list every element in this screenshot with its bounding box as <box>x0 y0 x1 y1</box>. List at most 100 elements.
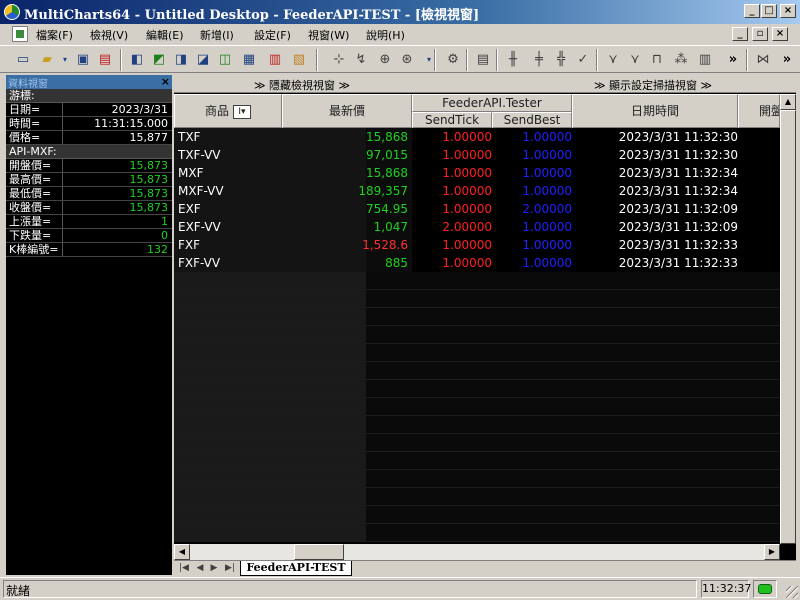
empty-row[interactable] <box>174 470 780 488</box>
playback-icon[interactable]: ⋈ <box>754 51 772 69</box>
empty-row[interactable] <box>174 290 780 308</box>
sendbest-column-header[interactable]: SendBest <box>492 112 572 128</box>
quote-grid[interactable]: TXF 15,868 1.00000 1.00000 2023/3/31 11:… <box>174 128 780 544</box>
kagi-icon[interactable]: ⊓ <box>648 51 666 69</box>
volume-chart-icon[interactable]: ▥ <box>696 51 714 69</box>
new-scanner-icon[interactable]: ◩ <box>150 51 168 69</box>
menu-file[interactable]: 檔案(F) <box>36 27 73 43</box>
row-value: 15,877 <box>129 131 169 144</box>
table-row[interactable]: TXF-VV 97,015 1.00000 1.00000 2023/3/31 … <box>174 146 780 164</box>
first-sheet-icon[interactable]: |◀ <box>178 562 190 574</box>
table-row[interactable]: EXF-VV 1,047 2.00000 1.00000 2023/3/31 1… <box>174 218 780 236</box>
candlestick-icon[interactable]: ╪ <box>530 51 548 69</box>
menu-insert[interactable]: 新增(I) <box>200 27 234 43</box>
empty-row[interactable] <box>174 308 780 326</box>
empty-row[interactable] <box>174 488 780 506</box>
maximize-button[interactable]: □ <box>761 4 777 18</box>
datetime-column-header[interactable]: 日期時間 <box>572 94 738 128</box>
mdi-restore-button[interactable]: ▫ <box>752 27 768 41</box>
menu-edit[interactable]: 編輯(E) <box>146 27 184 43</box>
scroll-right-arrow-icon[interactable]: ▶ <box>764 544 780 560</box>
empty-row[interactable] <box>174 326 780 344</box>
add-study-icon[interactable]: ↯ <box>352 51 370 69</box>
table-row[interactable]: MXF-VV 189,357 1.00000 1.00000 2023/3/31… <box>174 182 780 200</box>
empty-row[interactable] <box>174 506 780 524</box>
table-row[interactable]: TXF 15,868 1.00000 1.00000 2023/3/31 11:… <box>174 128 780 146</box>
new-dom-icon[interactable]: ◨ <box>172 51 190 69</box>
more-tools-icon-2[interactable]: » <box>778 51 796 69</box>
empty-row[interactable] <box>174 434 780 452</box>
symbol-column-header[interactable]: 商品 I▾ <box>174 94 282 128</box>
menu-window[interactable]: 視窗(W) <box>308 27 349 43</box>
open-column-header[interactable]: 開盤 <box>738 94 780 128</box>
table-row[interactable]: EXF 754.95 1.00000 2.00000 2023/3/31 11:… <box>174 200 780 218</box>
resize-grip-icon[interactable] <box>786 586 798 598</box>
last-sheet-icon[interactable]: ▶| <box>224 562 236 574</box>
table-row[interactable]: FXF 1,528.6 1.00000 1.00000 2023/3/31 11… <box>174 236 780 254</box>
open-folder-icon[interactable]: ▰ <box>38 51 56 69</box>
menu-settings[interactable]: 設定(F) <box>254 27 291 43</box>
last-price-cell: 754.95 <box>366 202 408 216</box>
chat-icon[interactable]: ▭ <box>14 51 32 69</box>
bar-chart-icon[interactable]: ╫ <box>504 51 522 69</box>
symbol-list-icon[interactable]: ▤ <box>474 51 492 69</box>
menu-view[interactable]: 檢視(V) <box>90 27 128 43</box>
empty-row[interactable] <box>174 398 780 416</box>
data-window-close-icon[interactable]: × <box>161 75 170 88</box>
empty-row[interactable] <box>174 416 780 434</box>
cursor-date-row: 日期= 2023/3/31 <box>6 103 172 117</box>
empty-row[interactable] <box>174 344 780 362</box>
empty-row[interactable] <box>174 362 780 380</box>
vertical-scroll-thumb[interactable] <box>780 110 796 544</box>
sendtick-column-header[interactable]: SendTick <box>412 112 492 128</box>
line-chart-icon[interactable]: ✓ <box>574 51 592 69</box>
new-report-icon[interactable]: ▦ <box>240 51 258 69</box>
pnf-icon[interactable]: ⋎ <box>604 51 622 69</box>
save-icon[interactable]: ▣ <box>74 51 92 69</box>
next-sheet-icon[interactable]: ▶ <box>208 562 220 574</box>
show-scanner-settings-toggle[interactable]: ≫ 顯示設定掃描視窗 ≫ <box>594 77 712 93</box>
row-label: 時間= <box>6 117 63 130</box>
prev-sheet-icon[interactable]: ◀ <box>194 562 206 574</box>
vertical-scrollbar[interactable]: ▲ <box>780 94 796 544</box>
new-order-icon[interactable]: ▥ <box>266 51 284 69</box>
format-icon[interactable]: ⚙ <box>444 51 462 69</box>
add-signal-icon[interactable]: ⊛ <box>398 51 416 69</box>
point-figure-icon[interactable]: ⁂ <box>672 51 690 69</box>
new-portfolio-icon[interactable]: ◫ <box>216 51 234 69</box>
sendbest-cell: 1.00000 <box>522 166 572 180</box>
row-value: 15,873 <box>129 173 169 186</box>
dropdown-arrow-icon[interactable]: ▾ <box>56 51 74 69</box>
close-button[interactable]: × <box>780 4 796 18</box>
feeder-group-header[interactable]: FeederAPI.Tester <box>412 94 572 112</box>
scroll-left-arrow-icon[interactable]: ◀ <box>174 544 190 560</box>
empty-row[interactable] <box>174 452 780 470</box>
table-row[interactable]: MXF 15,868 1.00000 1.00000 2023/3/31 11:… <box>174 164 780 182</box>
table-row[interactable]: FXF-VV 885 1.00000 1.00000 2023/3/31 11:… <box>174 254 780 272</box>
renko-icon[interactable]: ⋎ <box>626 51 644 69</box>
horizontal-scroll-thumb[interactable] <box>294 544 344 560</box>
cursor-time-row: 時間= 11:31:15.000 <box>6 117 172 131</box>
empty-row[interactable] <box>174 524 780 542</box>
new-list-icon[interactable]: ▧ <box>290 51 308 69</box>
scroll-up-arrow-icon[interactable]: ▲ <box>780 94 796 110</box>
sheet-tab-feederapi-test[interactable]: FeederAPI-TEST <box>240 561 352 576</box>
empty-row[interactable] <box>174 380 780 398</box>
mdi-minimize-button[interactable]: _ <box>732 27 748 41</box>
new-strategy-icon[interactable]: ◪ <box>194 51 212 69</box>
hollow-candle-icon[interactable]: ╬ <box>552 51 570 69</box>
sort-dropdown-button[interactable]: I▾ <box>233 104 251 119</box>
add-column-icon[interactable]: ⊹ <box>330 51 348 69</box>
menu-help[interactable]: 說明(H) <box>366 27 405 43</box>
empty-row[interactable] <box>174 272 780 290</box>
add-indicator-icon[interactable]: ⊕ <box>376 51 394 69</box>
document-icon[interactable] <box>12 26 28 42</box>
mdi-close-button[interactable]: × <box>772 27 788 41</box>
more-tools-icon[interactable]: » <box>724 51 742 69</box>
minimize-button[interactable]: _ <box>744 4 760 18</box>
print-icon[interactable]: ▤ <box>96 51 114 69</box>
hide-view-window-toggle[interactable]: ≫ 隱藏檢視視窗 ≫ <box>254 77 350 93</box>
horizontal-scrollbar[interactable]: ◀ ▶ <box>174 544 780 560</box>
new-chart-icon[interactable]: ◧ <box>128 51 146 69</box>
last-price-column-header[interactable]: 最新價 <box>282 94 412 128</box>
